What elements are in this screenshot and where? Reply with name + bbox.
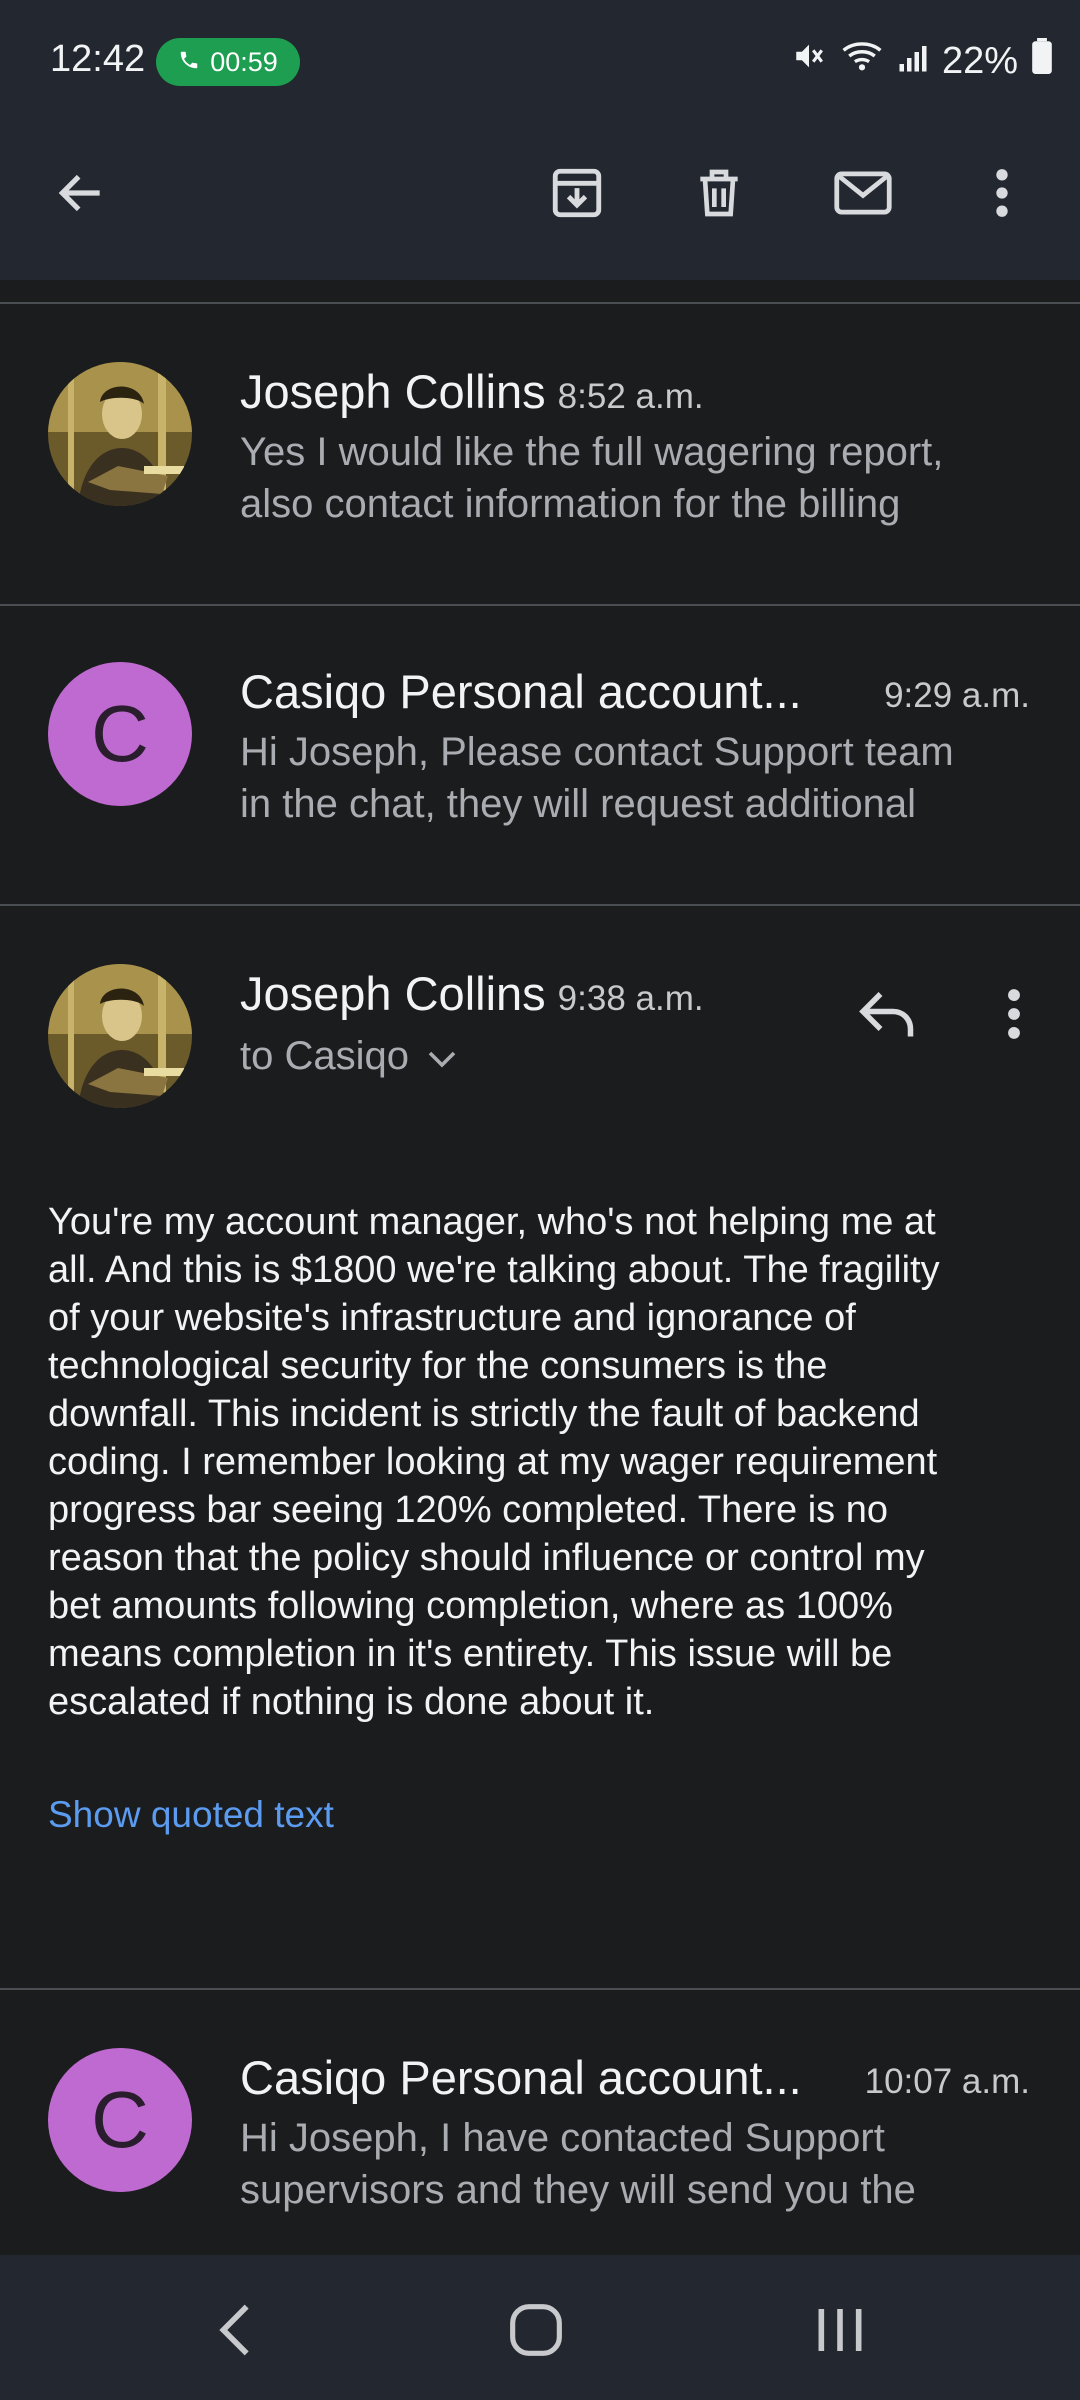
recipient-label: to Casiqo xyxy=(240,1034,409,1078)
wifi-icon xyxy=(840,39,884,83)
body-line: downfall. This incident is strictly the … xyxy=(48,1393,920,1435)
avatar xyxy=(48,964,192,1108)
archive-icon[interactable] xyxy=(532,148,622,238)
body-line: bet amounts following completion, where … xyxy=(48,1585,893,1627)
body-line: You're my account manager, who's not hel… xyxy=(48,1201,936,1243)
body-line: means completion in it's entirety. This … xyxy=(48,1633,893,1675)
system-nav-bar xyxy=(0,2255,1080,2400)
avatar: C xyxy=(48,662,192,806)
show-quoted-text-link[interactable]: Show quoted text xyxy=(48,1794,334,1836)
battery-icon xyxy=(1032,38,1052,84)
battery-level: 22% xyxy=(941,39,1018,82)
message-snippet: Yes I would like the full wagering repor… xyxy=(240,430,944,474)
avatar: C xyxy=(48,2048,192,2192)
avatar xyxy=(48,362,192,506)
avatar-letter: C xyxy=(91,2075,149,2164)
more-vert-icon[interactable] xyxy=(990,974,1038,1054)
nav-back-icon[interactable] xyxy=(175,2285,295,2375)
message-snippet: in the chat, they will request additiona… xyxy=(240,782,916,826)
status-time: 12:42 xyxy=(50,38,146,80)
signal-icon xyxy=(898,40,928,83)
message-time: 9:38 a.m. xyxy=(557,979,704,1018)
message-time: 9:29 a.m. xyxy=(884,676,1030,715)
more-vert-icon[interactable] xyxy=(957,148,1047,238)
body-line: progress bar seeing 120% completed. Ther… xyxy=(48,1489,889,1531)
body-line: reason that the policy should influence … xyxy=(48,1537,925,1579)
body-line: of your website's infrastructure and ign… xyxy=(48,1297,856,1339)
back-arrow-icon[interactable] xyxy=(36,148,126,238)
message-snippet: Hi Joseph, Please contact Support team xyxy=(240,730,954,774)
body-line: coding. I remember looking at my wager r… xyxy=(48,1441,938,1483)
delete-icon[interactable] xyxy=(674,148,764,238)
mute-icon xyxy=(792,39,826,83)
toolbar xyxy=(0,120,1080,280)
avatar-letter: C xyxy=(91,689,149,778)
status-bar: 12:42 00:59 22% xyxy=(0,0,1080,120)
recipient-details[interactable]: to Casiqo xyxy=(240,1034,457,1079)
message-snippet: also contact information for the billing xyxy=(240,482,901,526)
body-line: all. And this is $1800 we're talking abo… xyxy=(48,1249,940,1291)
message-collapsed[interactable]: C Casiqo Personal account... 10:07 a.m. … xyxy=(0,1990,1080,2255)
message-collapsed[interactable]: C Casiqo Personal account... 9:29 a.m. H… xyxy=(0,606,1080,904)
message-body: You're my account manager, who's not hel… xyxy=(48,1198,1038,1726)
body-line: technological security for the consumers… xyxy=(48,1345,828,1387)
call-timer: 00:59 xyxy=(210,46,278,77)
sender-name: Joseph Collins xyxy=(240,967,546,1020)
phone-icon xyxy=(178,47,200,78)
sender-name: Casiqo Personal account... xyxy=(240,665,802,718)
email-thread: Joseph Collins 8:52 a.m. Yes I would like… xyxy=(0,280,1080,2255)
mark-unread-icon[interactable] xyxy=(818,148,908,238)
message-snippet: supervisors and they will send you the xyxy=(240,2168,916,2212)
chevron-down-icon xyxy=(427,1034,457,1079)
sender-name: Casiqo Personal account... xyxy=(240,2051,802,2104)
nav-recents-icon[interactable] xyxy=(780,2285,900,2375)
reply-icon[interactable] xyxy=(846,972,930,1056)
call-indicator[interactable]: 00:59 xyxy=(156,38,300,86)
message-collapsed[interactable]: Joseph Collins 8:52 a.m. Yes I would like… xyxy=(0,304,1080,604)
message-time: 10:07 a.m. xyxy=(864,2062,1030,2101)
body-line: escalated if nothing is done about it. xyxy=(48,1681,655,1723)
message-time: 8:52 a.m. xyxy=(557,377,704,416)
nav-home-icon[interactable] xyxy=(476,2285,596,2375)
sender-name: Joseph Collins xyxy=(240,365,546,418)
message-snippet: Hi Joseph, I have contacted Support xyxy=(240,2116,885,2160)
